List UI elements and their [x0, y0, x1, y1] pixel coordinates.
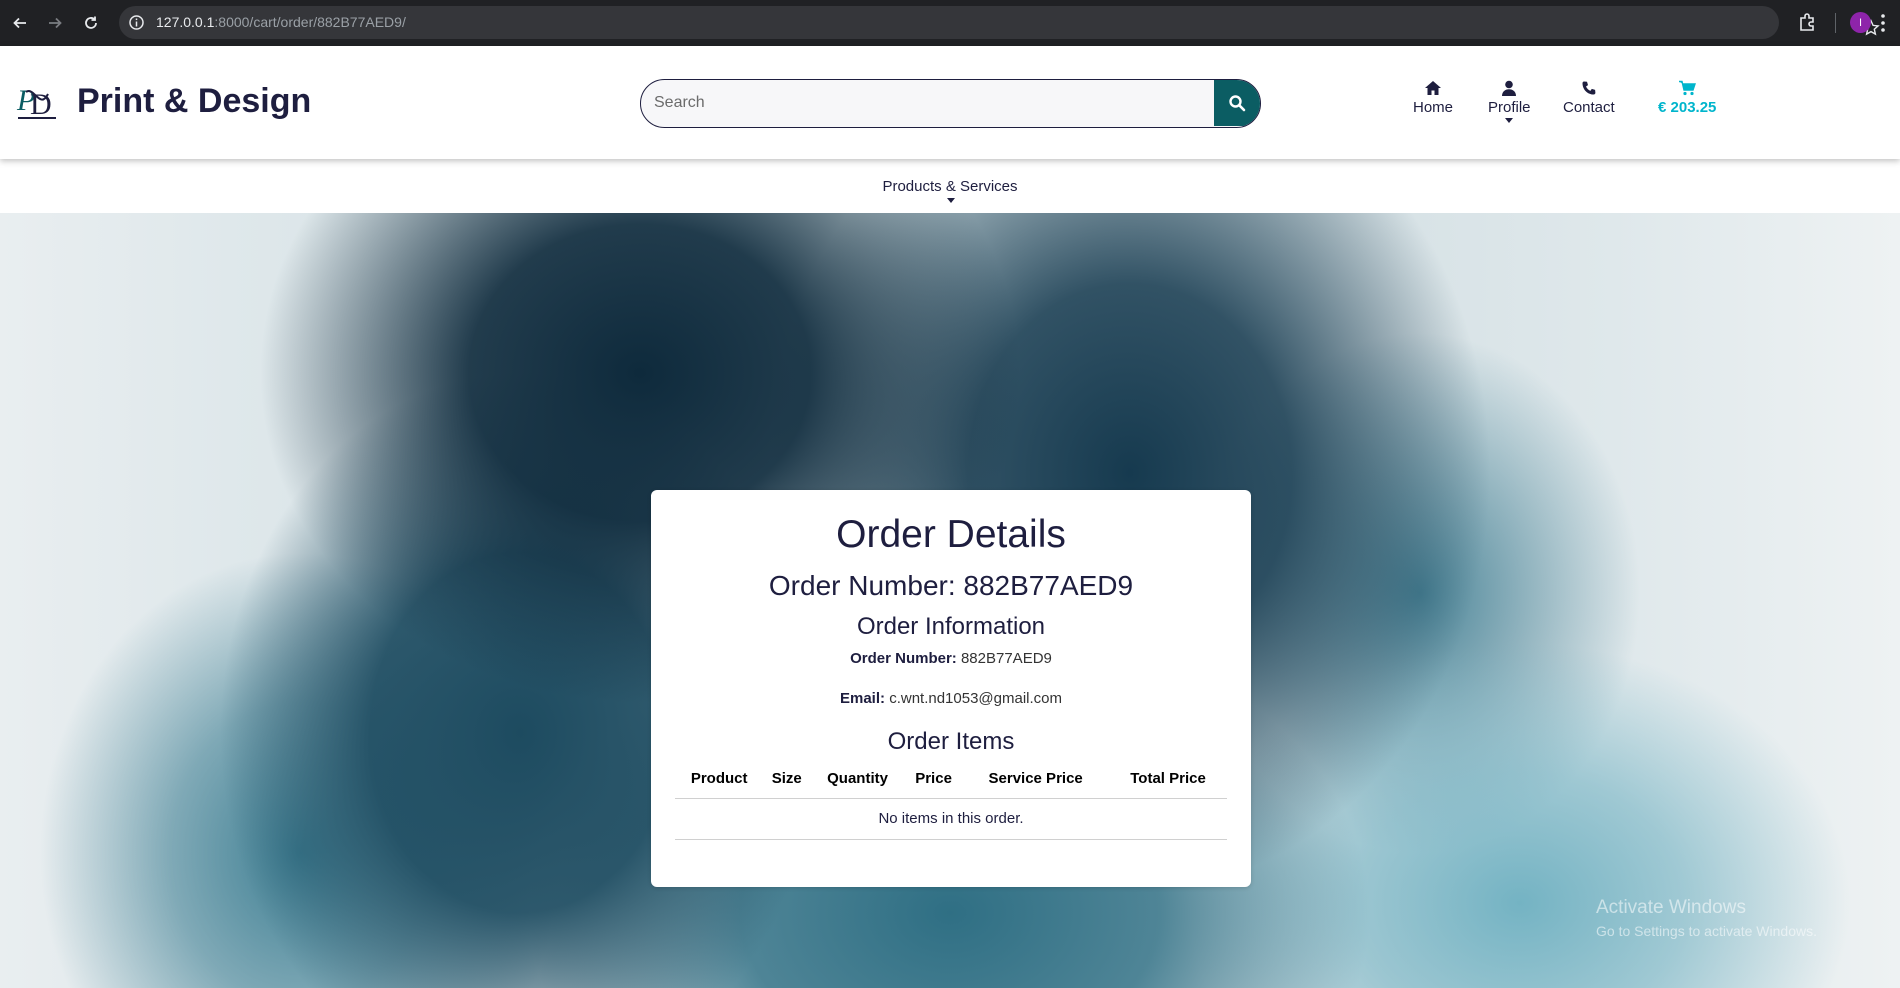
search-bar: [640, 79, 1261, 128]
sub-nav: Products & Services: [0, 159, 1900, 213]
search-input[interactable]: [641, 80, 1214, 126]
nav-profile-label: Profile: [1488, 99, 1531, 116]
order-number-heading: Order Number: 882B77AED9: [768, 570, 1134, 601]
order-items-table: Product Size Quantity Price Service Pric…: [675, 760, 1227, 840]
nav-profile[interactable]: Profile: [1488, 80, 1531, 123]
back-arrow-icon: [13, 17, 26, 29]
url-path: :8000/cart/order/882B77AED9/: [214, 14, 406, 30]
order-details-card: Order Details Order Number: 882B77AED9 O…: [651, 490, 1251, 887]
extensions-icon[interactable]: [1797, 11, 1819, 33]
activation-watermark: Activate Windows Go to Settings to activ…: [1596, 897, 1817, 939]
watermark-subtitle: Go to Settings to activate Windows.: [1596, 923, 1817, 939]
table-row: No items in this order.: [675, 798, 1227, 840]
search-button[interactable]: [1214, 80, 1260, 126]
nav-cart[interactable]: € 203.25: [1658, 80, 1716, 116]
column-header-service-price: Service Price: [962, 760, 1110, 799]
order-number-line: Order Number: 882B77AED9: [651, 650, 1251, 667]
table-header-row: Product Size Quantity Price Service Pric…: [675, 760, 1227, 799]
order-number-label: Order Number:: [850, 650, 957, 667]
address-bar[interactable]: 127.0.0.1:8000/cart/order/882B77AED9/: [119, 6, 1880, 39]
logo[interactable]: P D: [16, 80, 58, 122]
user-icon: [1502, 80, 1517, 96]
avatar-initial: I: [1858, 16, 1863, 29]
column-header-size: Size: [763, 760, 811, 799]
search-icon: [1229, 95, 1246, 112]
chevron-down-icon: [947, 198, 955, 203]
cart-total: € 203.25: [1658, 99, 1717, 116]
toolbar-divider: [1835, 13, 1836, 33]
watermark-title: Activate Windows: [1596, 897, 1746, 918]
chevron-down-icon: [1505, 118, 1514, 123]
nav-home-label: Home: [1413, 99, 1454, 116]
email-label: Email:: [840, 690, 886, 707]
email-value: c.wnt.nd1053@gmail.com: [889, 690, 1062, 707]
column-header-product: Product: [675, 760, 764, 799]
column-header-price: Price: [904, 760, 963, 799]
back-button[interactable]: [7, 10, 33, 36]
empty-items-message: No items in this order.: [675, 798, 1227, 840]
site-header: P D Print & Design Home Profile Contact …: [0, 46, 1900, 159]
site-title[interactable]: Print & Design: [77, 82, 311, 121]
column-header-quantity: Quantity: [810, 760, 905, 799]
order-number-value: 882B77AED9: [960, 650, 1052, 667]
nav-contact[interactable]: Contact: [1563, 80, 1615, 116]
order-information-heading: Order Information: [856, 613, 1046, 640]
column-header-total-price: Total Price: [1109, 760, 1227, 799]
products-services-label: Products & Services: [882, 178, 1018, 195]
page-title: Order Details: [836, 513, 1066, 556]
nav-contact-label: Contact: [1563, 99, 1615, 116]
phone-icon: [1582, 81, 1596, 95]
cart-icon: [1679, 80, 1697, 96]
menu-dots-icon[interactable]: [1880, 13, 1886, 33]
info-icon[interactable]: [128, 14, 145, 31]
forward-button[interactable]: [42, 10, 68, 36]
email-line: Email: c.wnt.nd1053@gmail.com: [651, 690, 1251, 707]
avatar[interactable]: I: [1850, 12, 1871, 33]
nav-products-services[interactable]: Products & Services: [0, 178, 1900, 195]
order-items-heading: Order Items: [887, 728, 1015, 755]
home-icon: [1425, 81, 1441, 95]
reload-icon: [85, 16, 97, 29]
forward-arrow-icon: [49, 17, 62, 29]
url-host: 127.0.0.1: [156, 14, 215, 30]
reload-button[interactable]: [78, 10, 104, 36]
browser-toolbar: 127.0.0.1:8000/cart/order/882B77AED9/ I: [0, 0, 1900, 46]
nav-home[interactable]: Home: [1413, 80, 1453, 116]
url-text[interactable]: 127.0.0.1:8000/cart/order/882B77AED9/: [156, 14, 406, 30]
